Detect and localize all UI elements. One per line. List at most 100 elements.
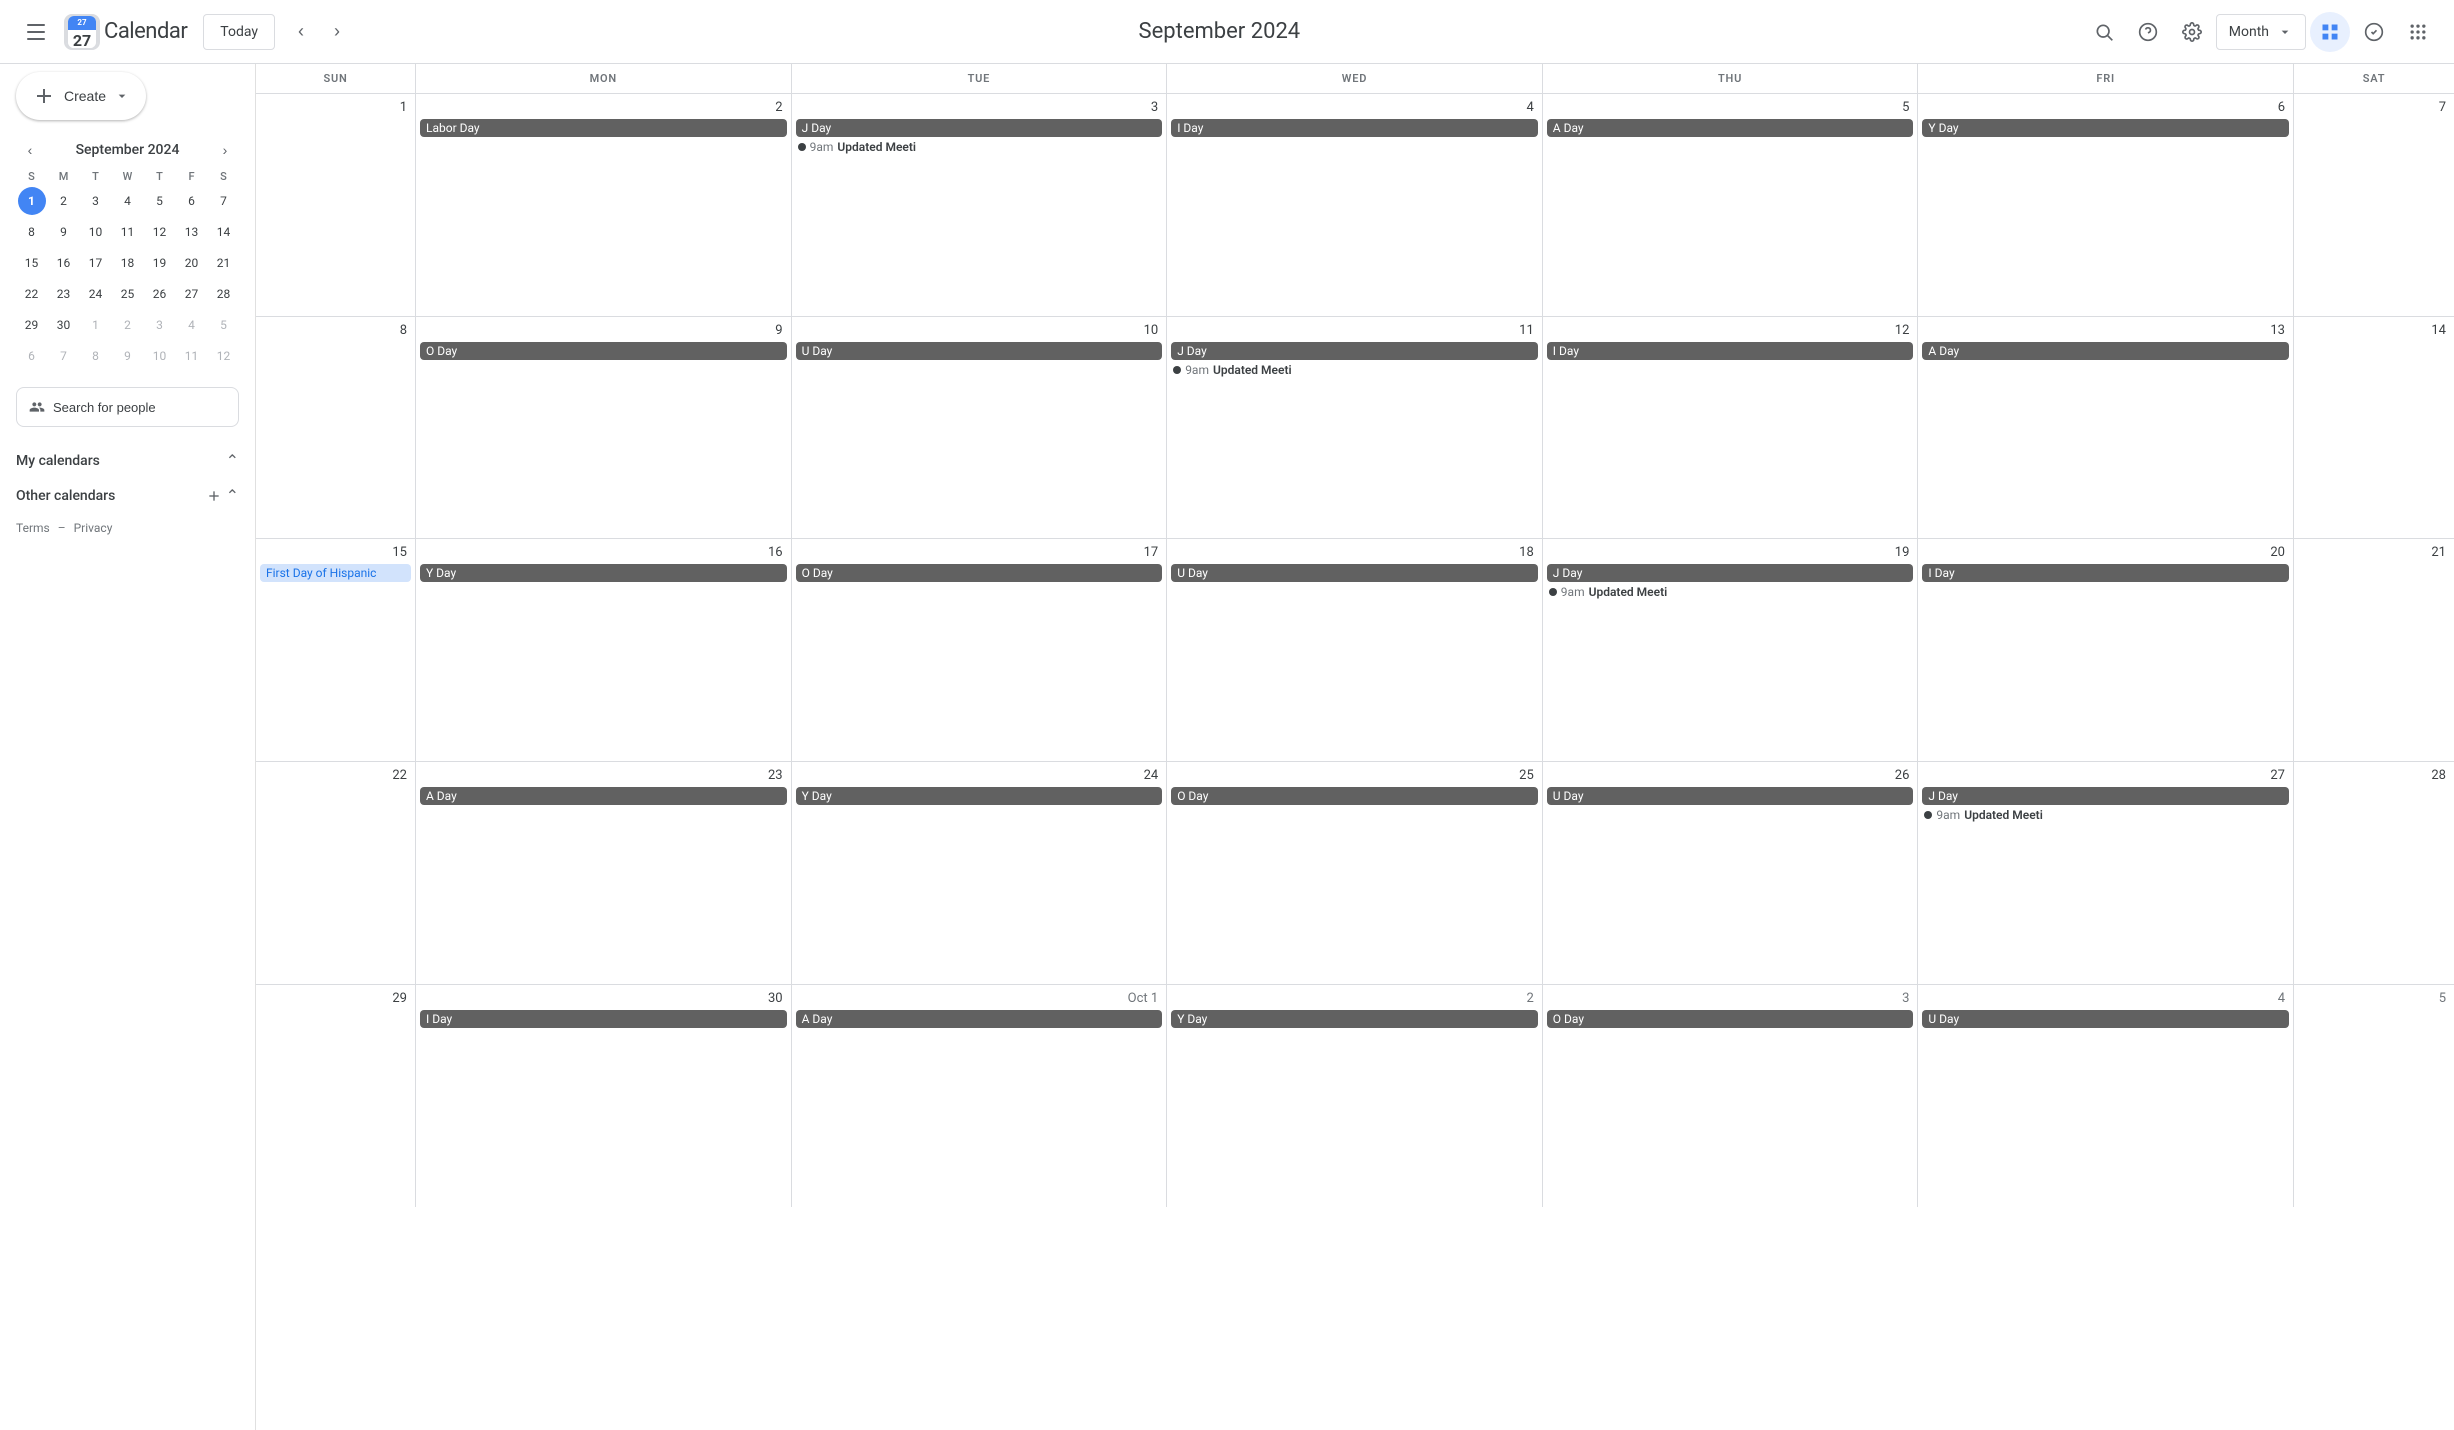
mini-cal-day[interactable]: 5: [210, 311, 238, 339]
event-chip[interactable]: J Day: [1547, 564, 1914, 582]
mini-next-button[interactable]: ›: [211, 136, 239, 164]
calendar-cell[interactable]: 17O Day: [792, 539, 1168, 761]
mini-cal-day[interactable]: 19: [146, 249, 174, 277]
mini-cal-day[interactable]: 16: [50, 249, 78, 277]
calendar-cell[interactable]: 22: [256, 762, 416, 984]
event-chip[interactable]: O Day: [1171, 787, 1538, 805]
mini-cal-day[interactable]: 7: [210, 187, 238, 215]
calendar-cell[interactable]: 27J Day9amUpdated Meeti: [1918, 762, 2294, 984]
hamburger-button[interactable]: [16, 12, 56, 52]
privacy-link[interactable]: Privacy: [74, 521, 113, 535]
event-chip[interactable]: Y Day: [1922, 119, 2289, 137]
mini-cal-day[interactable]: 10: [82, 218, 110, 246]
mini-cal-day[interactable]: 2: [50, 187, 78, 215]
event-chip[interactable]: Y Day: [796, 787, 1163, 805]
calendar-cell[interactable]: 20I Day: [1918, 539, 2294, 761]
mini-cal-day[interactable]: 11: [114, 218, 142, 246]
help-button[interactable]: [2128, 12, 2168, 52]
calendar-cell[interactable]: 29: [256, 985, 416, 1208]
calendar-cell[interactable]: 14: [2294, 317, 2454, 539]
event-chip[interactable]: I Day: [1547, 342, 1914, 360]
calendar-cell[interactable]: 11J Day9amUpdated Meeti: [1167, 317, 1543, 539]
event-chip[interactable]: I Day: [1171, 119, 1538, 137]
event-chip[interactable]: U Day: [1171, 564, 1538, 582]
calendar-cell[interactable]: 21: [2294, 539, 2454, 761]
calendar-cell[interactable]: 13A Day: [1918, 317, 2294, 539]
event-chip[interactable]: A Day: [1547, 119, 1914, 137]
event-chip[interactable]: O Day: [420, 342, 787, 360]
mini-cal-day[interactable]: 6: [178, 187, 206, 215]
event-chip[interactable]: I Day: [420, 1010, 787, 1028]
calendar-cell[interactable]: 25O Day: [1167, 762, 1543, 984]
mini-cal-day[interactable]: 9: [50, 218, 78, 246]
calendar-cell[interactable]: 15First Day of Hispanic: [256, 539, 416, 761]
calendar-cell[interactable]: 5A Day: [1543, 94, 1919, 316]
terms-link[interactable]: Terms: [16, 521, 50, 535]
mini-cal-day[interactable]: 3: [82, 187, 110, 215]
calendar-cell[interactable]: 4I Day: [1167, 94, 1543, 316]
my-calendars-section[interactable]: My calendars ⌃: [16, 443, 239, 478]
calendar-cell[interactable]: 16Y Day: [416, 539, 792, 761]
mini-cal-day[interactable]: 26: [146, 280, 174, 308]
event-chip[interactable]: Y Day: [420, 564, 787, 582]
event-chip[interactable]: A Day: [796, 1010, 1163, 1028]
mini-cal-day[interactable]: 5: [146, 187, 174, 215]
mini-cal-day[interactable]: 23: [50, 280, 78, 308]
calendar-cell[interactable]: 19J Day9amUpdated Meeti: [1543, 539, 1919, 761]
calendar-cell[interactable]: 2Labor Day: [416, 94, 792, 316]
event-chip[interactable]: A Day: [1922, 342, 2289, 360]
mini-cal-day[interactable]: 21: [210, 249, 238, 277]
calendar-cell[interactable]: 2Y Day: [1167, 985, 1543, 1208]
event-chip[interactable]: O Day: [1547, 1010, 1914, 1028]
calendar-cell[interactable]: 4U Day: [1918, 985, 2294, 1208]
mini-cal-day[interactable]: 25: [114, 280, 142, 308]
mini-cal-day[interactable]: 24: [82, 280, 110, 308]
mini-cal-day[interactable]: 10: [146, 342, 174, 370]
mini-cal-day[interactable]: 17: [82, 249, 110, 277]
mini-cal-day[interactable]: 18: [114, 249, 142, 277]
event-dot-row[interactable]: 9amUpdated Meeti: [1547, 584, 1914, 600]
mini-cal-day[interactable]: 29: [18, 311, 46, 339]
other-calendars-section[interactable]: Other calendars ⌃: [16, 478, 239, 513]
mini-cal-day[interactable]: 4: [114, 187, 142, 215]
calendar-cell[interactable]: 6Y Day: [1918, 94, 2294, 316]
mini-cal-day[interactable]: 15: [18, 249, 46, 277]
mini-cal-day[interactable]: 13: [178, 218, 206, 246]
mini-cal-day[interactable]: 8: [82, 342, 110, 370]
event-chip[interactable]: J Day: [1171, 342, 1538, 360]
calendar-cell[interactable]: 8: [256, 317, 416, 539]
mini-cal-day[interactable]: 9: [114, 342, 142, 370]
calendar-cell[interactable]: 10U Day: [792, 317, 1168, 539]
calendar-cell[interactable]: 12I Day: [1543, 317, 1919, 539]
mini-cal-day[interactable]: 11: [178, 342, 206, 370]
event-chip[interactable]: U Day: [796, 342, 1163, 360]
event-chip[interactable]: U Day: [1922, 1010, 2289, 1028]
event-chip[interactable]: I Day: [1922, 564, 2289, 582]
mini-cal-day[interactable]: 3: [146, 311, 174, 339]
event-dot-row[interactable]: 9amUpdated Meeti: [1171, 362, 1538, 378]
settings-button[interactable]: [2172, 12, 2212, 52]
calendar-cell[interactable]: 7: [2294, 94, 2454, 316]
today-button[interactable]: Today: [203, 14, 275, 50]
event-chip[interactable]: First Day of Hispanic: [260, 564, 411, 582]
event-dot-row[interactable]: 9amUpdated Meeti: [796, 139, 1163, 155]
mini-cal-day[interactable]: 30: [50, 311, 78, 339]
mini-prev-button[interactable]: ‹: [16, 136, 44, 164]
calendar-cell[interactable]: 26U Day: [1543, 762, 1919, 984]
calendar-cell[interactable]: 23A Day: [416, 762, 792, 984]
event-chip[interactable]: Y Day: [1171, 1010, 1538, 1028]
mini-cal-day[interactable]: 2: [114, 311, 142, 339]
mini-cal-day[interactable]: 8: [18, 218, 46, 246]
search-button[interactable]: [2084, 12, 2124, 52]
prev-month-button[interactable]: ‹: [283, 14, 319, 50]
apps-button[interactable]: [2398, 12, 2438, 52]
mini-cal-day[interactable]: 28: [210, 280, 238, 308]
event-chip[interactable]: Labor Day: [420, 119, 787, 137]
create-button[interactable]: Create: [16, 72, 146, 120]
mini-cal-day[interactable]: 12: [210, 342, 238, 370]
mini-cal-day[interactable]: 6: [18, 342, 46, 370]
calendar-cell[interactable]: 24Y Day: [792, 762, 1168, 984]
next-month-button[interactable]: ›: [319, 14, 355, 50]
event-chip[interactable]: U Day: [1547, 787, 1914, 805]
event-chip[interactable]: O Day: [796, 564, 1163, 582]
